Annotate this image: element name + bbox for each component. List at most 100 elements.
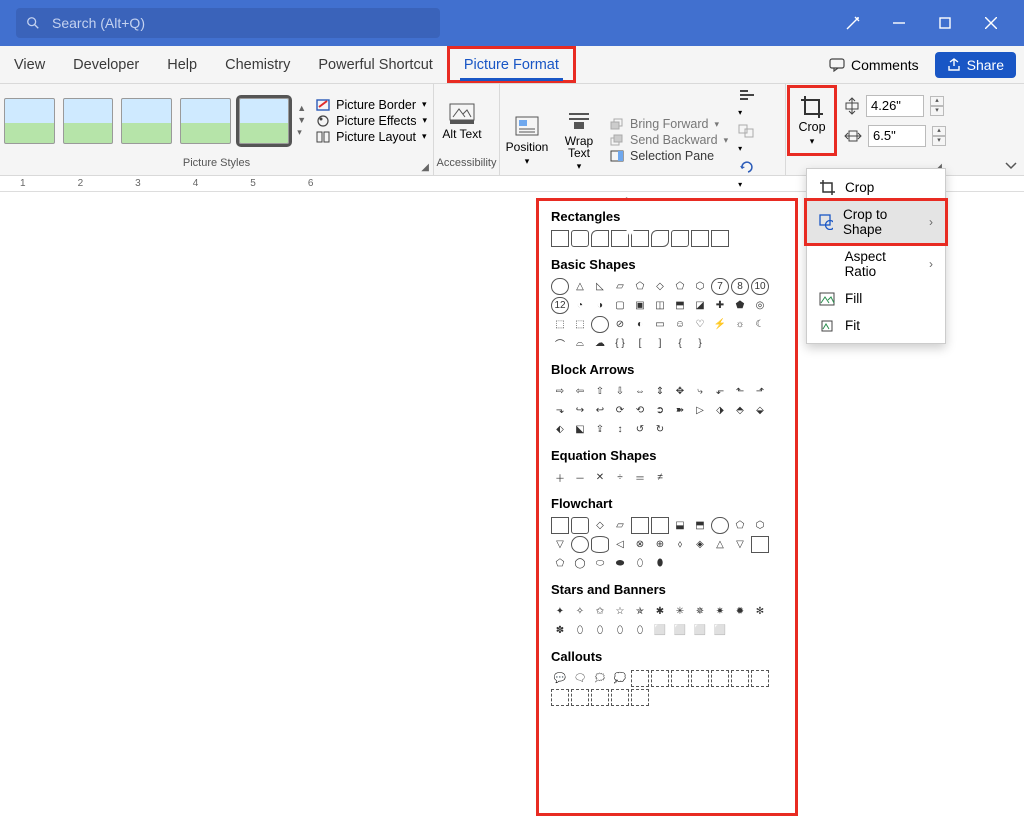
shape-option[interactable] [631, 517, 649, 534]
shape-option[interactable]: ⬓ [671, 517, 689, 534]
shape-option[interactable] [751, 536, 769, 553]
picture-style-thumb[interactable] [4, 98, 55, 144]
shape-option[interactable]: ⇩ [611, 383, 629, 400]
shape-option[interactable]: 💬 [551, 670, 569, 687]
shape-option[interactable]: ⬟ [731, 297, 749, 314]
shape-option[interactable]: ◺ [591, 278, 609, 295]
picture-border-button[interactable]: Picture Border▾ [316, 98, 427, 112]
shape-option[interactable]: ⬡ [691, 278, 709, 295]
shape-option[interactable] [611, 689, 629, 706]
shape-option[interactable] [551, 278, 569, 295]
shape-option[interactable]: ⬠ [551, 555, 569, 572]
bring-forward-button[interactable]: Bring Forward▾ [610, 117, 728, 131]
shape-option[interactable] [711, 517, 729, 534]
shape-option[interactable]: 8 [731, 278, 749, 295]
shape-option[interactable] [591, 689, 609, 706]
shape-option[interactable]: ▢ [611, 297, 629, 314]
shape-option[interactable]: ⬒ [671, 297, 689, 314]
shape-option[interactable]: ↩ [591, 402, 609, 419]
shape-option[interactable] [591, 536, 609, 553]
shape-option[interactable]: ▽ [551, 536, 569, 553]
shape-option[interactable]: ⬘ [731, 402, 749, 419]
shape-option[interactable]: ⌓ [571, 335, 589, 352]
shape-option[interactable]: ↕ [611, 421, 629, 438]
shape-option[interactable] [651, 517, 669, 534]
picture-style-thumb[interactable] [180, 98, 231, 144]
shape-option[interactable] [631, 230, 649, 247]
shape-option[interactable]: ⬖ [551, 421, 569, 438]
shape-option[interactable]: ✵ [691, 603, 709, 620]
shape-option[interactable]: { } [611, 335, 629, 352]
shape-option[interactable]: ⬯ [591, 622, 609, 639]
shape-option[interactable] [631, 670, 649, 687]
shape-option[interactable] [631, 689, 649, 706]
shape-option[interactable]: ▱ [611, 517, 629, 534]
shape-option[interactable]: ⬯ [611, 622, 629, 639]
shape-option[interactable]: ＋ [551, 469, 569, 486]
picture-style-thumb[interactable] [239, 98, 290, 144]
shape-option[interactable] [611, 230, 629, 247]
shape-option[interactable]: ✱ [651, 603, 669, 620]
shape-option[interactable] [711, 670, 729, 687]
shape-option[interactable] [731, 670, 749, 687]
shape-option[interactable]: ⬜ [711, 622, 729, 639]
shape-option[interactable]: ▷ [691, 402, 709, 419]
shape-option[interactable]: △ [571, 278, 589, 295]
shape-option[interactable]: ☼ [731, 316, 749, 333]
shape-option[interactable]: ⬙ [751, 402, 769, 419]
titlebar-button[interactable] [830, 0, 876, 46]
picture-style-thumb[interactable] [121, 98, 172, 144]
shape-option[interactable]: ↺ [631, 421, 649, 438]
shape-option[interactable]: ◫ [651, 297, 669, 314]
shape-option[interactable]: ⇪ [591, 421, 609, 438]
shape-option[interactable]: ▱ [611, 278, 629, 295]
shape-option[interactable]: ⬗ [711, 402, 729, 419]
shape-option[interactable]: ✕ [591, 469, 609, 486]
shape-option[interactable]: ⬜ [691, 622, 709, 639]
crop-menu-fit[interactable]: Fit [807, 312, 945, 339]
shape-option[interactable]: ⊕ [651, 536, 669, 553]
shape-option[interactable]: ☺ [671, 316, 689, 333]
minimize-button[interactable] [876, 0, 922, 46]
share-button[interactable]: Share [935, 52, 1016, 78]
shape-option[interactable] [711, 230, 729, 247]
shape-option[interactable] [551, 230, 569, 247]
shape-option[interactable]: ⬯ [631, 622, 649, 639]
shape-option[interactable]: ✚ [711, 297, 729, 314]
shape-option[interactable]: ➲ [651, 402, 669, 419]
shape-option[interactable]: ⬠ [671, 278, 689, 295]
shape-option[interactable]: ✷ [711, 603, 729, 620]
shape-option[interactable]: ⬚ [551, 316, 569, 333]
shape-option[interactable]: ] [651, 335, 669, 352]
shape-option[interactable]: ↻ [651, 421, 669, 438]
shape-option[interactable]: ⌒ [551, 335, 569, 352]
shape-option[interactable]: ◎ [751, 297, 769, 314]
shape-option[interactable]: ⇧ [591, 383, 609, 400]
shape-option[interactable]: ⬚ [571, 316, 589, 333]
crop-menu-aspect-ratio[interactable]: Aspect Ratio › [807, 243, 945, 285]
shape-option[interactable]: ✦ [551, 603, 569, 620]
shape-option[interactable]: － [571, 469, 589, 486]
shape-option[interactable]: 🗯 [591, 670, 609, 687]
shape-option[interactable]: ⊗ [631, 536, 649, 553]
shape-option[interactable]: ⇦ [571, 383, 589, 400]
shape-option[interactable]: ⬡ [751, 517, 769, 534]
shape-option[interactable]: ☆ [611, 603, 629, 620]
picture-effects-button[interactable]: Picture Effects▾ [316, 114, 427, 128]
position-button[interactable]: Position▾ [500, 114, 554, 167]
shape-option[interactable]: ▭ [651, 316, 669, 333]
shape-option[interactable] [591, 230, 609, 247]
shape-option[interactable]: ↪ [571, 402, 589, 419]
shape-option[interactable]: ✯ [631, 603, 649, 620]
shape-option[interactable] [651, 670, 669, 687]
alt-text-button[interactable]: Alt Text [434, 102, 490, 140]
width-field[interactable]: 6.5" ▴▾ [844, 125, 946, 147]
shape-option[interactable]: ⬎ [551, 402, 569, 419]
shape-option[interactable] [551, 517, 569, 534]
search-input[interactable]: Search (Alt+Q) [16, 8, 440, 38]
dialog-launcher-icon[interactable]: ◢ [421, 162, 429, 173]
shape-option[interactable]: ◔ [571, 297, 589, 314]
shape-option[interactable]: ✳ [671, 603, 689, 620]
shape-option[interactable]: ▣ [631, 297, 649, 314]
shape-option[interactable]: ⬨ [671, 536, 689, 553]
